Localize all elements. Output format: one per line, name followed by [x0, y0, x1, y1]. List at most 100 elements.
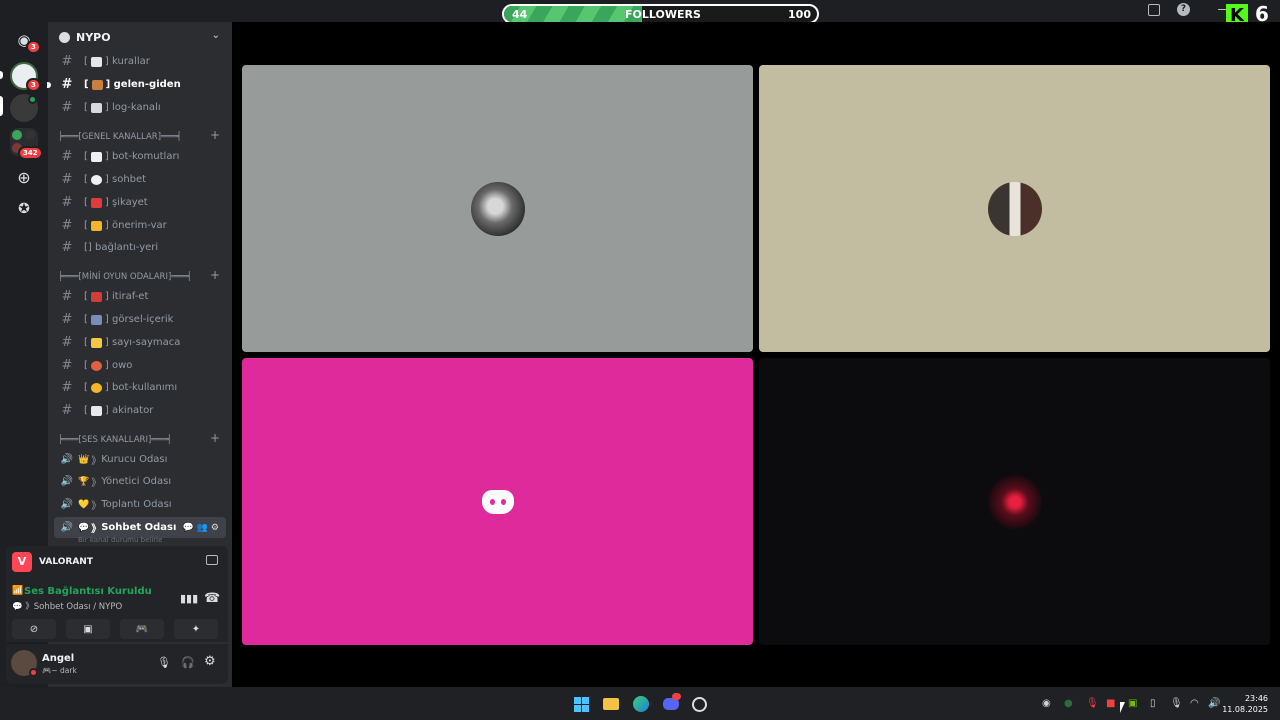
voice-channel-toplanti[interactable]: 🔊 💛 》 Toplantı Odası	[54, 494, 226, 515]
voice-location[interactable]: 💬 》Sohbet Odası / NYPO	[12, 600, 122, 612]
channel-owo[interactable]: #[ ] owo	[54, 355, 226, 376]
channel-label: Yönetici Odası	[101, 476, 172, 487]
hash-icon: #	[61, 218, 73, 233]
participant-tile-4[interactable]	[759, 358, 1270, 645]
add-channel-icon[interactable]: +	[210, 431, 220, 445]
screen-share-button[interactable]: ▣	[66, 619, 110, 639]
mouse-cursor	[1120, 702, 1125, 713]
server-header[interactable]: NYPO ⌄	[48, 22, 232, 52]
noise-suppression-icon[interactable]: ▮▮▮	[180, 592, 198, 605]
channel-label: itiraf-et	[112, 291, 149, 302]
server-active-pill	[0, 96, 3, 116]
video-grid	[232, 22, 1280, 687]
user-status: 🎮~ dark	[42, 666, 77, 675]
camera-off-button[interactable]: ⊘	[12, 619, 56, 639]
soundboard-button[interactable]: ✦	[174, 619, 218, 639]
wifi-icon[interactable]: ◠	[1190, 698, 1199, 709]
home-badge: 3	[26, 40, 41, 54]
tray-usb-icon[interactable]: ▯	[1150, 698, 1156, 709]
channel-kurallar[interactable]: #[ ] kurallar	[54, 51, 226, 72]
tray-app-icon-1[interactable]: ◉	[1042, 698, 1051, 709]
headphones-icon[interactable]: 🎧	[181, 656, 195, 669]
tray-microphone-icon[interactable]: 🎙	[1170, 698, 1183, 709]
folder-badge: 342	[18, 146, 43, 160]
category-ses-kanallari[interactable]: ╞═══[SES KANALLARI]═══╡ +	[58, 431, 224, 447]
channel-emoji	[90, 56, 102, 67]
channel-label: sohbet	[112, 174, 147, 185]
tray-nvidia-icon[interactable]: ▣	[1128, 698, 1137, 709]
voice-channel-actions[interactable]: 💬👥⚙	[183, 523, 222, 533]
voice-status-hint[interactable]: Bir kanal durumu belirle	[78, 536, 162, 544]
activity-screen-icon[interactable]	[206, 555, 218, 565]
disconnect-icon[interactable]: ☎	[204, 591, 220, 606]
channel-emoji	[90, 174, 102, 185]
voice-channel-sohbet[interactable]: 🔊 💬 》 Sohbet Odası 💬👥⚙	[54, 517, 226, 538]
hash-icon: #	[61, 195, 73, 210]
category-mini-oyun-odalari[interactable]: ╞═══[MİNİ OYUN ODALARI]═══╡ +	[58, 268, 224, 284]
channel-label: bot-komutları	[112, 151, 180, 162]
followers-current: 44	[512, 8, 528, 21]
hash-icon: #	[61, 335, 73, 350]
channel-onerim-var[interactable]: #[ ] önerim-var	[54, 215, 226, 236]
channel-sohbet[interactable]: #[ ] sohbet	[54, 169, 226, 190]
screen: 44 FOLLOWERS 100 ? K 6 ◉ 3 3 342 ⊕ ✪ NYP…	[0, 0, 1280, 720]
participant-tile-2[interactable]	[759, 65, 1270, 352]
channel-bot-kullanimi[interactable]: #[ ] bot-kullanımı	[54, 377, 226, 398]
voice-connection-panel: 📶 Ses Bağlantısı Kuruldu 💬 》Sohbet Odası…	[6, 578, 228, 642]
activities-button[interactable]: 🎮	[120, 619, 164, 639]
hash-icon: #	[61, 358, 73, 373]
channel-baglanti-yeri[interactable]: #[] bağlantı-yeri	[54, 237, 226, 258]
channel-label: sayı-saymaca	[112, 337, 181, 348]
clock-date: 11.08.2025	[1222, 705, 1268, 714]
speaker-icon: 🔊	[60, 476, 74, 487]
channel-sikayet[interactable]: #[ ] şikayet	[54, 192, 226, 213]
microphone-icon[interactable]: 🎙	[157, 656, 171, 669]
taskbar-clock[interactable]: 23:46 11.08.2025	[1222, 693, 1268, 715]
participant-tile-1[interactable]	[242, 65, 753, 352]
voice-channel-yonetici[interactable]: 🔊 🏆 》 Yönetici Odası	[54, 471, 226, 492]
add-channel-icon[interactable]: +	[210, 268, 220, 282]
signal-icon: 📶	[12, 586, 24, 596]
channel-bot-komutlari[interactable]: #[ ] bot-komutları	[54, 146, 226, 167]
channel-label: Toplantı Odası	[101, 499, 172, 510]
voice-status[interactable]: Ses Bağlantısı Kuruldu	[24, 586, 152, 597]
channel-gorsel-icerik[interactable]: #[ ] görsel-içerik	[54, 309, 226, 330]
channel-sayi-saymaca[interactable]: #[ ] sayı-saymaca	[54, 332, 226, 353]
edge-browser-icon[interactable]	[632, 695, 650, 713]
valorant-icon: V	[12, 552, 32, 572]
speaker-icon: 🔊	[60, 522, 74, 533]
tray-mic-icon[interactable]: 🎙	[1086, 698, 1099, 709]
channel-log-kanali[interactable]: #[ ] log-kanalı	[54, 97, 226, 118]
obs-icon[interactable]	[690, 695, 708, 713]
file-explorer-icon[interactable]	[602, 695, 620, 713]
category-label: ╞═══[MİNİ OYUN ODALARI]═══╡	[58, 272, 192, 282]
tray-app-icon-2[interactable]: ●	[1064, 698, 1073, 709]
explore-icon[interactable]: ✪	[10, 195, 38, 223]
minimize-icon[interactable]	[1218, 9, 1226, 10]
settings-gear-icon[interactable]: ⚙	[204, 654, 216, 669]
channel-akinator[interactable]: #[ ] akinator	[54, 400, 226, 421]
hash-icon: #	[61, 54, 73, 69]
inbox-icon[interactable]	[1148, 4, 1160, 16]
add-channel-icon[interactable]: +	[210, 128, 220, 142]
volume-icon[interactable]: 🔊	[1208, 698, 1220, 709]
username[interactable]: Angel	[42, 653, 74, 664]
server-pill	[0, 71, 3, 79]
title-bar: 44 FOLLOWERS 100 ?	[0, 0, 1280, 24]
participant-avatar	[988, 182, 1042, 236]
channel-emoji	[90, 314, 102, 325]
channel-gelen-giden[interactable]: #[ ] gelen-giden	[54, 74, 226, 95]
channel-emoji: 💬	[78, 522, 90, 533]
channel-itiraf-et[interactable]: #[ ] itiraf-et	[54, 286, 226, 307]
voice-channel-kurucu[interactable]: 🔊 👑 》 Kurucu Odası	[54, 449, 226, 470]
help-icon[interactable]: ?	[1177, 3, 1190, 16]
channel-emoji	[90, 337, 102, 348]
followers-progress-bar: 44 FOLLOWERS 100	[502, 4, 819, 24]
windows-start-icon[interactable]	[572, 695, 590, 713]
tray-discord-icon[interactable]: ■	[1106, 698, 1115, 709]
category-genel-kanallar[interactable]: ╞═══[GENEL KANALLAR]═══╡ +	[58, 128, 224, 144]
add-server-icon[interactable]: ⊕	[10, 163, 38, 191]
server-1-badge: 3	[26, 78, 41, 92]
participant-tile-3[interactable]	[242, 358, 753, 645]
hash-icon: #	[61, 100, 73, 115]
